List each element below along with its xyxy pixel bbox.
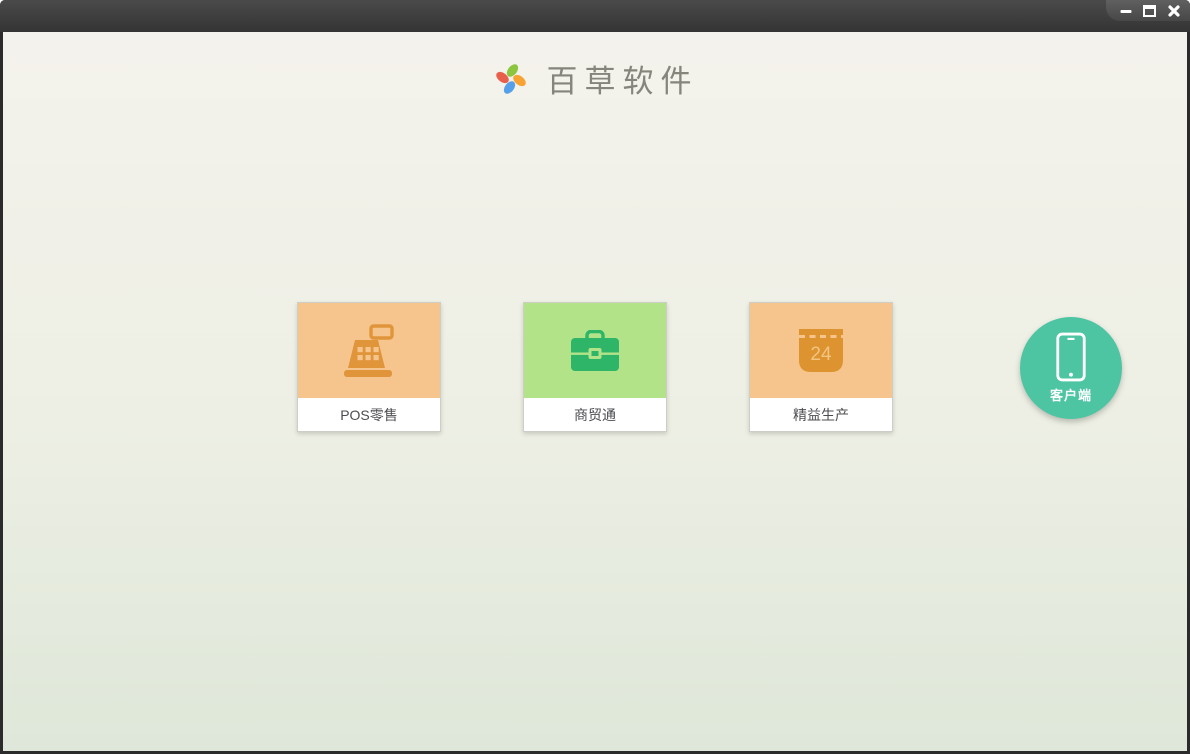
main-content: 百草软件 POS零售 商贸通 24 精益生产 客户端 <box>3 32 1187 751</box>
maximize-icon <box>1143 4 1156 17</box>
cash-register-icon <box>344 323 394 377</box>
window-controls <box>1106 0 1190 21</box>
calendar-icon: 24 <box>799 329 843 372</box>
trade-card-tile <box>524 303 666 398</box>
minimize-icon <box>1120 9 1131 13</box>
pos-card-tile <box>298 303 440 398</box>
lean-card-label: 精益生产 <box>750 398 892 431</box>
app-window: 百草软件 POS零售 商贸通 24 精益生产 客户端 <box>0 0 1190 754</box>
app-title: 百草软件 <box>546 64 699 100</box>
minimize-button[interactable] <box>1116 2 1135 19</box>
brand-header: 百草软件 <box>3 56 1187 101</box>
pinwheel-logo-icon <box>495 63 526 94</box>
lean-card-tile: 24 <box>750 303 892 398</box>
smartphone-icon <box>1056 332 1086 382</box>
close-button[interactable] <box>1164 2 1183 19</box>
titlebar <box>0 0 1190 32</box>
client-button-label: 客户端 <box>1049 388 1092 403</box>
pos-card-label: POS零售 <box>298 398 440 431</box>
maximize-button[interactable] <box>1140 2 1159 19</box>
briefcase-icon <box>571 329 619 371</box>
product-card-trade[interactable]: 商贸通 <box>523 302 667 432</box>
product-card-pos[interactable]: POS零售 <box>297 302 441 432</box>
trade-card-label: 商贸通 <box>524 398 666 431</box>
calendar-day-number: 24 <box>810 344 832 365</box>
close-icon <box>1167 4 1180 17</box>
product-cards: POS零售 商贸通 24 精益生产 <box>3 302 1187 432</box>
client-button[interactable]: 客户端 <box>1020 317 1122 419</box>
product-card-lean[interactable]: 24 精益生产 <box>749 302 893 432</box>
